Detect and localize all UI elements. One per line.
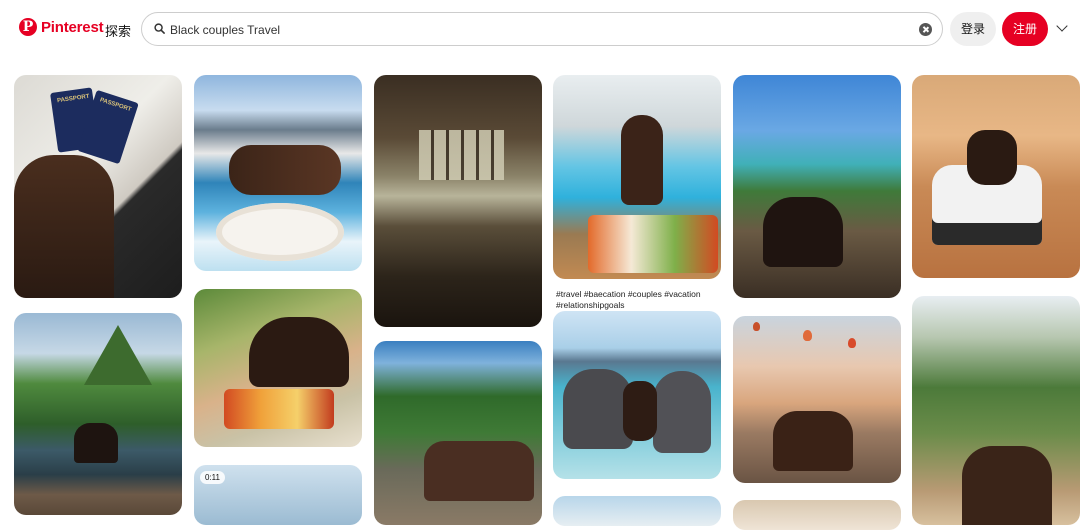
riders-image [967, 130, 1017, 185]
hot-air-balloon-icon [848, 338, 856, 348]
fruit-board-image [224, 389, 334, 429]
couple-picnic-image [249, 317, 349, 387]
search-input[interactable] [170, 21, 900, 39]
couple-silhouette-image [74, 423, 118, 463]
couple-in-pool-image [229, 145, 341, 195]
video-duration-badge: 0:11 [200, 471, 225, 484]
pin-santorini-breakfast[interactable] [194, 75, 362, 271]
pin-picnic-feeding[interactable] [194, 289, 362, 447]
breakfast-tray-image [588, 215, 718, 273]
passport-label: PASSPORT [56, 93, 90, 105]
hot-air-balloon-icon [803, 330, 812, 341]
pitons-peak-image [84, 325, 152, 385]
pin-beach-balcony[interactable] [733, 75, 901, 298]
couple-hugging-image [763, 197, 843, 267]
clear-search-icon[interactable] [919, 23, 932, 36]
top-bar: P Pinterest 探索 登录 注册 [0, 0, 1080, 60]
family-image [962, 446, 1052, 525]
floating-tray-image [216, 203, 344, 261]
login-button[interactable]: 登录 [950, 12, 996, 46]
pin-jungle-villa[interactable] [374, 341, 542, 525]
pin-palm-family[interactable] [912, 296, 1080, 525]
couple-image [623, 381, 657, 441]
passport-label: PASSPORT [98, 97, 132, 114]
couple-table-image [424, 441, 534, 501]
pin-infinity-pool-mountain[interactable] [14, 313, 182, 515]
search-icon [154, 23, 165, 34]
woman-in-pool-image [621, 115, 663, 205]
pinterest-logo[interactable]: P Pinterest [19, 18, 104, 36]
pin-bottom-col4[interactable] [553, 496, 721, 526]
search-bar[interactable] [141, 12, 943, 46]
explore-link[interactable]: 探索 [105, 21, 131, 40]
pin-cave-pool[interactable] [553, 75, 721, 279]
chevron-down-icon[interactable] [1056, 20, 1068, 32]
hand-image [14, 155, 114, 298]
pin-balloons-cappadocia[interactable] [733, 316, 901, 483]
window-grid-image [419, 130, 504, 180]
couple-table-image [773, 411, 853, 471]
elephant-image [653, 371, 711, 453]
hot-air-balloon-icon [753, 322, 760, 331]
logo-text: Pinterest [41, 18, 104, 36]
pinterest-p-icon: P [19, 18, 37, 36]
pin-bottom-col5[interactable] [733, 500, 901, 530]
pin-passports[interactable]: PASSPORT PASSPORT [14, 75, 182, 298]
pin-elephants-beach[interactable] [553, 311, 721, 479]
pin-industrial-building[interactable] [374, 75, 542, 327]
pin-atv-desert[interactable] [912, 75, 1080, 278]
signup-button[interactable]: 注册 [1002, 12, 1048, 46]
pin-caption: #travel #baecation #couples #vacation #r… [556, 289, 701, 310]
